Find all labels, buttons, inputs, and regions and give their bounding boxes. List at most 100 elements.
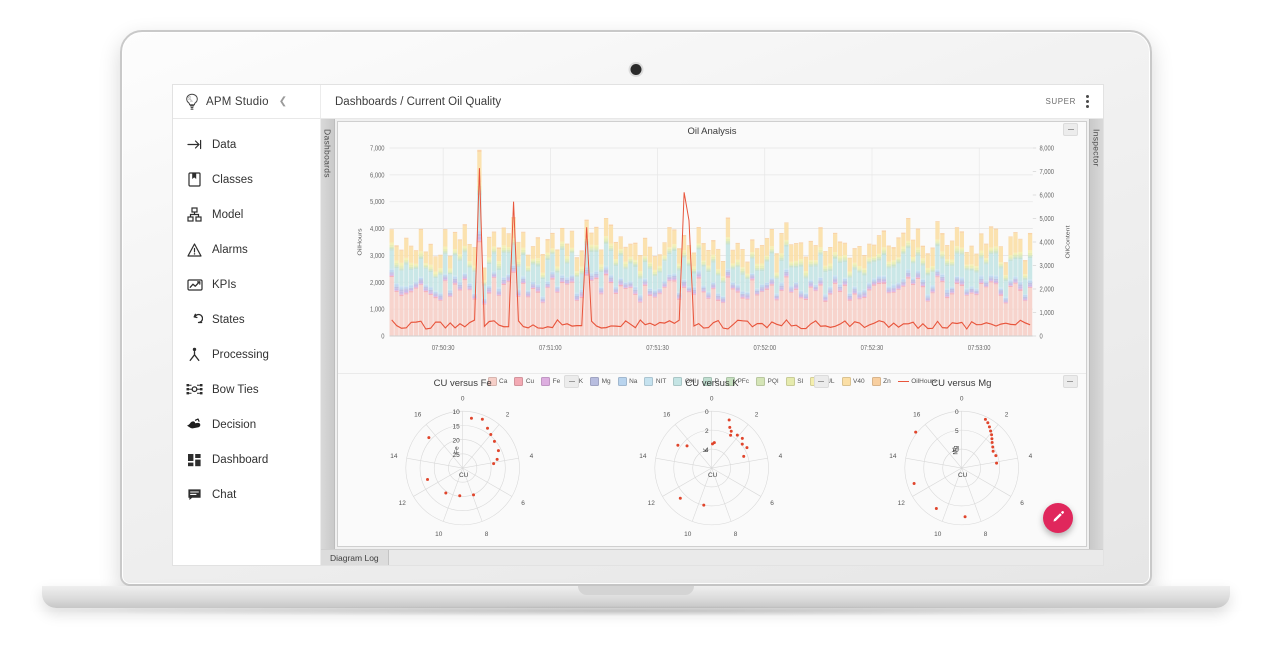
sidebar-item-label: Bow Ties: [212, 383, 259, 396]
panel-cu-versus-fe: CU versus Fe 0 2 4 6 8 10 12 14 16 10 15 20 25 CU Fe: [338, 374, 587, 546]
brand-name: APM Studio: [206, 95, 269, 108]
sidebar-item-label: Processing: [212, 348, 269, 361]
sidebar-item-label: States: [212, 313, 245, 326]
svg-text:Fe: Fe: [454, 446, 461, 454]
svg-text:6: 6: [771, 500, 775, 507]
tab-diagram-log[interactable]: Diagram Log: [321, 550, 389, 565]
sidebar-item-classes[interactable]: Classes: [173, 162, 320, 197]
sidebar: Data Classes Model Alarms KPIs States Pr…: [173, 119, 321, 565]
minimize-icon[interactable]: [813, 375, 829, 388]
app-body: Data Classes Model Alarms KPIs States Pr…: [173, 119, 1103, 565]
svg-text:4: 4: [779, 453, 783, 460]
svg-text:14: 14: [640, 453, 648, 460]
svg-text:2,000: 2,000: [1039, 286, 1054, 294]
sidebar-item-decision[interactable]: Decision: [173, 407, 320, 442]
tab-inspector[interactable]: Inspector: [1089, 119, 1103, 549]
svg-text:2: 2: [755, 412, 759, 419]
panel-title: CU versus Mg: [931, 377, 992, 389]
svg-text:7,000: 7,000: [1039, 169, 1054, 177]
sidebar-item-label: Decision: [212, 418, 257, 431]
panel-cu-versus-k: CU versus K 0 2 4 6 8 10 12 14 16 0 2 4 CU K: [587, 374, 836, 546]
grid-tiles-icon: [186, 451, 203, 468]
svg-text:2: 2: [506, 412, 510, 419]
svg-text:Mg: Mg: [952, 445, 959, 454]
loop-arrow-icon: [186, 311, 203, 328]
chat-bubble-icon: [186, 486, 203, 503]
sidebar-item-alarms[interactable]: Alarms: [173, 232, 320, 267]
sidebar-item-label: Chat: [212, 488, 237, 501]
sidebar-item-kpis[interactable]: KPIs: [173, 267, 320, 302]
bowtie-icon: [186, 381, 203, 398]
svg-text:07:52:30: 07:52:30: [861, 345, 884, 353]
panel-header: CU versus Mg: [837, 374, 1086, 392]
sidebar-item-label: Data: [212, 138, 237, 151]
hierarchy-icon: [186, 206, 203, 223]
svg-text:4: 4: [530, 453, 534, 460]
workspace-middle: Dashboards Oil Analysis 01,0002,0003,: [321, 119, 1103, 549]
laptop-shadow: [30, 606, 1242, 616]
edit-fab-button[interactable]: [1043, 503, 1073, 533]
panel-oil-analysis: Oil Analysis 0 1,000 2,000 3,000 4,000 5,000 6…: [338, 122, 1086, 386]
sidebar-item-chat[interactable]: Chat: [173, 477, 320, 512]
svg-text:12: 12: [648, 500, 656, 507]
svg-text:16: 16: [414, 412, 422, 419]
svg-text:16: 16: [664, 412, 672, 419]
svg-text:15: 15: [452, 423, 460, 430]
minimize-icon[interactable]: [1062, 375, 1078, 388]
kebab-menu-icon[interactable]: [1084, 93, 1091, 110]
sidebar-item-model[interactable]: Model: [173, 197, 320, 232]
user-label: SUPER: [1045, 97, 1076, 106]
svg-text:0: 0: [461, 395, 465, 402]
panel-title: CU versus Fe: [433, 377, 492, 389]
svg-text:8: 8: [485, 531, 489, 538]
tab-dashboards[interactable]: Dashboards: [321, 119, 335, 549]
svg-text:07:51:00: 07:51:00: [539, 345, 562, 353]
sidebar-item-bow-ties[interactable]: Bow Ties: [173, 372, 320, 407]
oil-analysis-chart: 0 1,000 2,000 3,000 4,000 5,000 6,000 7,000 0 1,0…: [357, 145, 1071, 353]
tab-inspector-label: Inspector: [1091, 129, 1102, 167]
svg-text:14: 14: [889, 453, 897, 460]
svg-text:1,000: 1,000: [370, 306, 385, 314]
svg-text:10: 10: [685, 531, 693, 538]
apm-studio-app: APM Studio ❮ Dashboards / Current Oil Qu…: [173, 85, 1103, 565]
laptop-frame: APM Studio ❮ Dashboards / Current Oil Qu…: [120, 30, 1152, 586]
sidebar-item-states[interactable]: States: [173, 302, 320, 337]
svg-text:5,000: 5,000: [1039, 216, 1054, 224]
breadcrumb[interactable]: Dashboards / Current Oil Quality: [335, 96, 501, 108]
minimize-icon[interactable]: [564, 375, 580, 388]
svg-text:16: 16: [913, 412, 921, 419]
minimize-icon[interactable]: [1063, 123, 1078, 136]
bottom-bar: Diagram Log: [321, 549, 1103, 565]
svg-text:6,000: 6,000: [1039, 192, 1054, 200]
chevron-left-icon[interactable]: ❮: [279, 96, 287, 107]
svg-text:8: 8: [734, 531, 738, 538]
svg-text:3,000: 3,000: [370, 252, 385, 260]
sidebar-item-processing[interactable]: Processing: [173, 337, 320, 372]
brand-area[interactable]: APM Studio ❮: [173, 85, 321, 118]
panel-header: CU versus K: [587, 374, 836, 392]
tab-dashboards-label: Dashboards: [322, 129, 333, 178]
svg-text:4,000: 4,000: [370, 226, 385, 234]
svg-text:20: 20: [452, 438, 460, 445]
sidebar-item-label: Classes: [212, 173, 253, 186]
svg-text:10: 10: [435, 531, 443, 538]
sidebar-item-dashboard[interactable]: Dashboard: [173, 442, 320, 477]
svg-text:14: 14: [390, 453, 398, 460]
svg-text:OilHours: OilHours: [357, 228, 363, 255]
workspace: Dashboards Oil Analysis 01,0002,0003,: [321, 119, 1103, 565]
tab-diagram-log-label: Diagram Log: [330, 552, 379, 563]
brain-lightbulb-icon: [184, 93, 200, 110]
svg-text:10: 10: [934, 531, 942, 538]
svg-text:8: 8: [983, 531, 987, 538]
sidebar-item-label: KPIs: [212, 278, 237, 291]
svg-text:0: 0: [960, 395, 964, 402]
svg-text:6: 6: [521, 500, 525, 507]
pencil-edit-icon: [1051, 509, 1065, 528]
webcam-icon: [630, 64, 642, 75]
svg-text:07:50:30: 07:50:30: [432, 345, 455, 353]
polar-chart-cu-k: 0246810121416 024CUK: [640, 395, 783, 538]
sidebar-item-data[interactable]: Data: [173, 127, 320, 162]
svg-text:6,000: 6,000: [370, 172, 385, 180]
svg-text:5: 5: [955, 428, 959, 435]
panel-header: Oil Analysis: [338, 122, 1086, 140]
